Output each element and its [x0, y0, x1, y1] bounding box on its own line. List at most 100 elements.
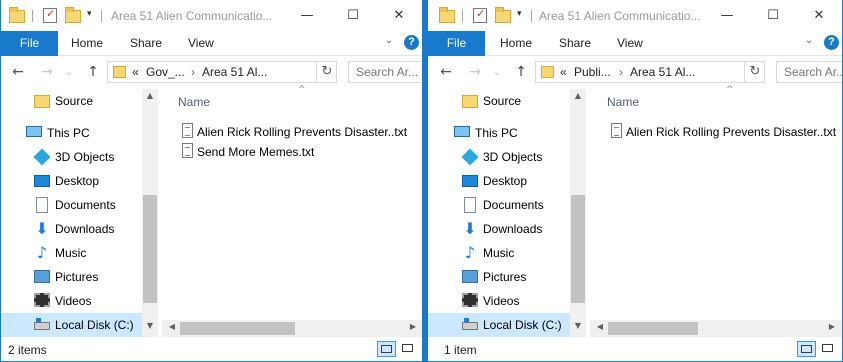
properties-icon[interactable] [473, 7, 487, 23]
cube-icon [461, 148, 479, 166]
title-bar[interactable]: ▾ Area 51 Alien Communicatio... — ☐ ✕ [428, 0, 842, 31]
large-icons-view-button[interactable] [399, 341, 418, 357]
drive-icon [462, 318, 478, 330]
nav-item-this-pc[interactable]: This PC [428, 121, 570, 145]
breadcrumb-separator[interactable]: › [619, 65, 623, 79]
breadcrumb-item[interactable]: Publi... [574, 65, 611, 79]
scrollbar-thumb[interactable] [180, 322, 295, 335]
properties-icon[interactable] [43, 7, 57, 23]
tab-share[interactable]: Share [559, 31, 591, 55]
file-name: Send More Memes.txt [197, 145, 315, 159]
title-bar[interactable]: ▾ Area 51 Alien Communicatio... — ☐ ✕ [1, 0, 422, 31]
help-icon[interactable]: ? [824, 35, 839, 50]
nav-item-downloads[interactable]: ⬇ Downloads [428, 217, 570, 241]
scrollbar-thumb[interactable] [608, 322, 698, 335]
nav-item-videos[interactable]: Videos [1, 289, 143, 313]
breadcrumb-item[interactable]: Area 51 Al... [202, 65, 267, 79]
tab-share[interactable]: Share [130, 31, 162, 55]
nav-item-documents[interactable]: Documents [1, 193, 143, 217]
horizontal-scrollbar[interactable]: ◀ ▶ [590, 320, 842, 337]
music-icon: ♪ [464, 243, 476, 262]
close-button[interactable]: ✕ [376, 0, 422, 31]
nav-item-local-disk[interactable]: Local Disk (C:) [1, 313, 143, 337]
minimize-button[interactable]: — [704, 0, 750, 31]
new-folder-icon[interactable] [495, 7, 511, 23]
tab-home[interactable]: Home [500, 31, 532, 55]
tab-home[interactable]: Home [71, 31, 103, 55]
column-header-name[interactable]: Name [607, 95, 639, 109]
videos-icon [34, 293, 50, 307]
details-view-button[interactable] [797, 341, 816, 357]
up-button[interactable]: ↑ [513, 64, 529, 80]
scroll-right-arrow-icon[interactable]: ▶ [824, 322, 840, 336]
expand-ribbon-chevron-icon[interactable]: ⌄ [802, 35, 816, 46]
close-button[interactable]: ✕ [796, 0, 842, 31]
address-bar[interactable]: « Publi... › Area 51 Al... ↻ [535, 61, 765, 83]
nav-item-desktop[interactable]: Desktop [1, 169, 143, 193]
maximize-button[interactable]: ☐ [750, 0, 796, 31]
nav-item-downloads[interactable]: ⬇ Downloads [1, 217, 143, 241]
nav-pane-scrollbar[interactable]: ▲ ▼ [142, 89, 158, 337]
nav-item-videos[interactable]: Videos [428, 289, 570, 313]
scroll-left-arrow-icon[interactable]: ◀ [164, 322, 180, 336]
scroll-left-arrow-icon[interactable]: ◀ [592, 322, 608, 336]
search-input[interactable]: Search Ar... [776, 61, 842, 83]
breadcrumb-item[interactable]: Area 51 Al... [630, 65, 695, 79]
address-bar[interactable]: « Gov_... › Area 51 Al... ↻ [107, 61, 337, 83]
nav-item-label: Documents [55, 198, 116, 212]
large-icons-view-button[interactable] [819, 341, 838, 357]
scrollbar-thumb[interactable] [143, 195, 157, 303]
nav-item-source[interactable]: Source [428, 89, 570, 113]
nav-item-music[interactable]: ♪ Music [428, 241, 570, 265]
search-input[interactable]: Search Ar... [348, 61, 422, 83]
nav-item-desktop[interactable]: Desktop [428, 169, 570, 193]
address-overflow[interactable]: « [560, 65, 567, 79]
refresh-button[interactable]: ↻ [744, 62, 765, 82]
nav-item-label: Local Disk (C:) [483, 318, 562, 332]
scrollbar-thumb[interactable] [571, 195, 585, 303]
back-button[interactable]: ← [10, 64, 26, 80]
refresh-button[interactable]: ↻ [316, 62, 337, 82]
tab-file[interactable]: File [428, 31, 485, 56]
tab-file[interactable]: File [1, 31, 58, 56]
tab-view[interactable]: View [188, 31, 214, 55]
help-icon[interactable]: ? [404, 35, 419, 50]
nav-item-music[interactable]: ♪ Music [1, 241, 143, 265]
documents-icon [36, 197, 48, 213]
folder-icon [541, 66, 554, 78]
address-overflow[interactable]: « [132, 65, 139, 79]
forward-button[interactable]: → [39, 64, 55, 80]
scroll-down-arrow-icon[interactable]: ▼ [142, 321, 158, 335]
scroll-down-arrow-icon[interactable]: ▼ [570, 321, 586, 335]
up-button[interactable]: ↑ [85, 64, 101, 80]
expand-ribbon-chevron-icon[interactable]: ⌄ [382, 35, 396, 46]
nav-item-source[interactable]: Source [1, 89, 143, 113]
breadcrumb-item[interactable]: Gov_... [146, 65, 185, 79]
nav-item-pictures[interactable]: Pictures [1, 265, 143, 289]
nav-pane-scrollbar[interactable]: ▲ ▼ [570, 89, 586, 337]
new-folder-icon[interactable] [65, 7, 81, 23]
breadcrumb-separator[interactable]: › [191, 65, 195, 79]
scroll-up-arrow-icon[interactable]: ▲ [570, 91, 586, 105]
recent-locations-chevron-icon[interactable]: ⌄ [489, 64, 505, 80]
maximize-button[interactable]: ☐ [330, 0, 376, 31]
column-header-name[interactable]: Name [178, 95, 210, 109]
tab-view[interactable]: View [617, 31, 643, 55]
horizontal-scrollbar[interactable]: ◀ ▶ [162, 320, 422, 337]
nav-item-3d-objects[interactable]: 3D Objects [428, 145, 570, 169]
scroll-right-arrow-icon[interactable]: ▶ [405, 322, 421, 336]
nav-item-documents[interactable]: Documents [428, 193, 570, 217]
minimize-button[interactable]: — [284, 0, 330, 31]
nav-item-local-disk[interactable]: Local Disk (C:) [428, 313, 570, 337]
details-view-button[interactable] [377, 341, 396, 357]
customize-toolbar-dropdown-icon[interactable]: ▾ [87, 9, 97, 23]
forward-button[interactable]: → [467, 64, 483, 80]
navigation-bar: ← → ⌄ ↑ « Publi... › Area 51 Al... ↻ Sea… [428, 56, 842, 89]
recent-locations-chevron-icon[interactable]: ⌄ [61, 64, 77, 80]
customize-toolbar-dropdown-icon[interactable]: ▾ [517, 9, 527, 23]
scroll-up-arrow-icon[interactable]: ▲ [142, 91, 158, 105]
back-button[interactable]: ← [438, 64, 454, 80]
nav-item-3d-objects[interactable]: 3D Objects [1, 145, 143, 169]
nav-item-this-pc[interactable]: This PC [1, 121, 143, 145]
nav-item-pictures[interactable]: Pictures [428, 265, 570, 289]
